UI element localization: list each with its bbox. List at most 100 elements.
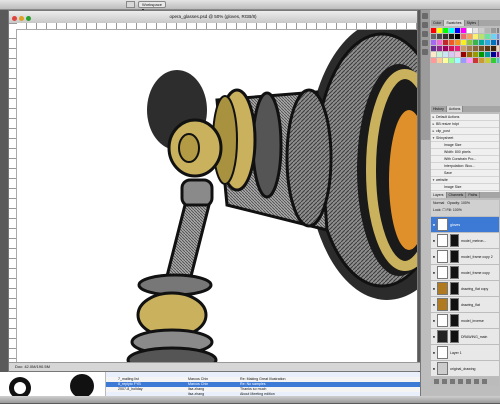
color-swatch[interactable] <box>485 34 490 39</box>
color-swatch[interactable] <box>431 58 436 63</box>
color-swatch[interactable] <box>473 52 478 57</box>
layer-mask-thumbnail[interactable] <box>450 330 459 343</box>
layer-row[interactable]: ● drawing_flat <box>431 297 499 313</box>
color-swatch[interactable] <box>437 46 442 51</box>
action-row[interactable]: Image Size <box>431 142 499 149</box>
layer-mask-thumbnail[interactable] <box>450 282 459 295</box>
color-swatch[interactable] <box>461 58 466 63</box>
color-swatch[interactable] <box>431 40 436 45</box>
action-row[interactable]: ▾ Shinysheet <box>431 135 499 142</box>
action-row[interactable]: Save <box>431 170 499 177</box>
color-swatch[interactable] <box>455 40 460 45</box>
opacity-field[interactable]: Opacity: 100% <box>447 201 470 205</box>
color-swatch[interactable] <box>497 34 499 39</box>
color-swatch[interactable] <box>449 28 454 33</box>
color-swatch[interactable] <box>461 28 466 33</box>
horizontal-ruler[interactable] <box>17 23 417 30</box>
tab-color[interactable]: Color <box>431 20 445 26</box>
color-swatch[interactable] <box>479 40 484 45</box>
link-layers-icon[interactable] <box>434 379 439 384</box>
color-swatch[interactable] <box>473 46 478 51</box>
color-swatch[interactable] <box>437 28 442 33</box>
color-swatch[interactable] <box>431 28 436 33</box>
color-swatch[interactable] <box>467 40 472 45</box>
action-row[interactable]: Image Size <box>431 184 499 191</box>
tab-history[interactable]: History <box>431 106 447 112</box>
color-swatch[interactable] <box>455 28 460 33</box>
color-swatch[interactable] <box>443 28 448 33</box>
color-swatch[interactable] <box>449 52 454 57</box>
layer-row[interactable]: ● gloves <box>431 217 499 233</box>
close-window-button[interactable] <box>12 16 17 21</box>
color-swatch[interactable] <box>431 34 436 39</box>
action-row[interactable]: With Constrain Pro... <box>431 156 499 163</box>
new-group-icon[interactable] <box>466 379 471 384</box>
color-swatch[interactable] <box>491 58 496 63</box>
minimize-window-button[interactable] <box>19 16 24 21</box>
layer-row[interactable]: ● DRAWING_main <box>431 329 499 345</box>
color-swatch[interactable] <box>449 40 454 45</box>
tab-channels[interactable]: Channels <box>447 192 467 198</box>
color-swatch[interactable] <box>473 58 478 63</box>
layer-row[interactable]: ● original_drawing <box>431 361 499 377</box>
tab-styles[interactable]: Styles <box>465 20 480 26</box>
color-swatch[interactable] <box>449 58 454 63</box>
layer-row[interactable]: ● model_frame copy <box>431 265 499 281</box>
layer-row[interactable]: ● Layer 1 <box>431 345 499 361</box>
add-mask-icon[interactable] <box>450 379 455 384</box>
color-swatch[interactable] <box>473 34 478 39</box>
color-swatch[interactable] <box>437 40 442 45</box>
color-swatch[interactable] <box>431 46 436 51</box>
fill-field[interactable]: Lock: ☐ Fill: 100% <box>433 208 462 212</box>
layer-mask-thumbnail[interactable] <box>450 298 459 311</box>
workspace-switcher-button[interactable]: Workspace ▾ <box>138 1 166 12</box>
color-swatch[interactable] <box>449 46 454 51</box>
panel-icon[interactable] <box>422 31 428 37</box>
color-swatch[interactable] <box>485 58 490 63</box>
trash-icon[interactable] <box>482 379 487 384</box>
color-swatch[interactable] <box>443 40 448 45</box>
color-swatch[interactable] <box>455 34 460 39</box>
action-row[interactable]: Interpolation: Bicu... <box>431 163 499 170</box>
color-swatch[interactable] <box>491 52 496 57</box>
color-swatch[interactable] <box>443 34 448 39</box>
layer-mask-thumbnail[interactable] <box>450 266 459 279</box>
color-swatch[interactable] <box>497 40 499 45</box>
color-swatch[interactable] <box>467 28 472 33</box>
color-swatch[interactable] <box>491 40 496 45</box>
color-swatch[interactable] <box>479 58 484 63</box>
color-swatch[interactable] <box>491 28 496 33</box>
action-row[interactable]: ▾ website <box>431 177 499 184</box>
color-swatch[interactable] <box>485 52 490 57</box>
tab-swatches[interactable]: Swatches <box>444 20 465 26</box>
color-swatch[interactable] <box>485 28 490 33</box>
color-swatch[interactable] <box>473 40 478 45</box>
color-swatch[interactable] <box>479 52 484 57</box>
color-swatch[interactable] <box>437 52 442 57</box>
color-swatch[interactable] <box>461 46 466 51</box>
vertical-ruler[interactable] <box>9 29 17 363</box>
color-swatch[interactable] <box>467 58 472 63</box>
color-swatch[interactable] <box>497 52 499 57</box>
new-layer-icon[interactable] <box>474 379 479 384</box>
zoom-window-button[interactable] <box>26 16 31 21</box>
color-swatch[interactable] <box>443 52 448 57</box>
action-row[interactable]: ▸ BB resize hdpt <box>431 121 499 128</box>
layer-style-icon[interactable] <box>442 379 447 384</box>
color-swatch[interactable] <box>455 58 460 63</box>
color-swatch[interactable] <box>485 46 490 51</box>
color-swatch[interactable] <box>455 46 460 51</box>
color-swatch[interactable] <box>437 58 442 63</box>
layer-row[interactable]: ● drawing_flat copy <box>431 281 499 297</box>
color-swatch[interactable] <box>455 52 460 57</box>
color-swatch[interactable] <box>461 40 466 45</box>
color-swatch[interactable] <box>497 46 499 51</box>
color-swatch[interactable] <box>497 28 499 33</box>
layer-row[interactable]: ● model_frame copy 2 <box>431 249 499 265</box>
layer-mask-thumbnail[interactable] <box>450 234 459 247</box>
tab-actions[interactable]: Actions <box>446 106 464 112</box>
color-swatch[interactable] <box>479 46 484 51</box>
home-icon[interactable] <box>126 1 135 8</box>
color-swatch[interactable] <box>461 52 466 57</box>
color-swatch[interactable] <box>479 28 484 33</box>
